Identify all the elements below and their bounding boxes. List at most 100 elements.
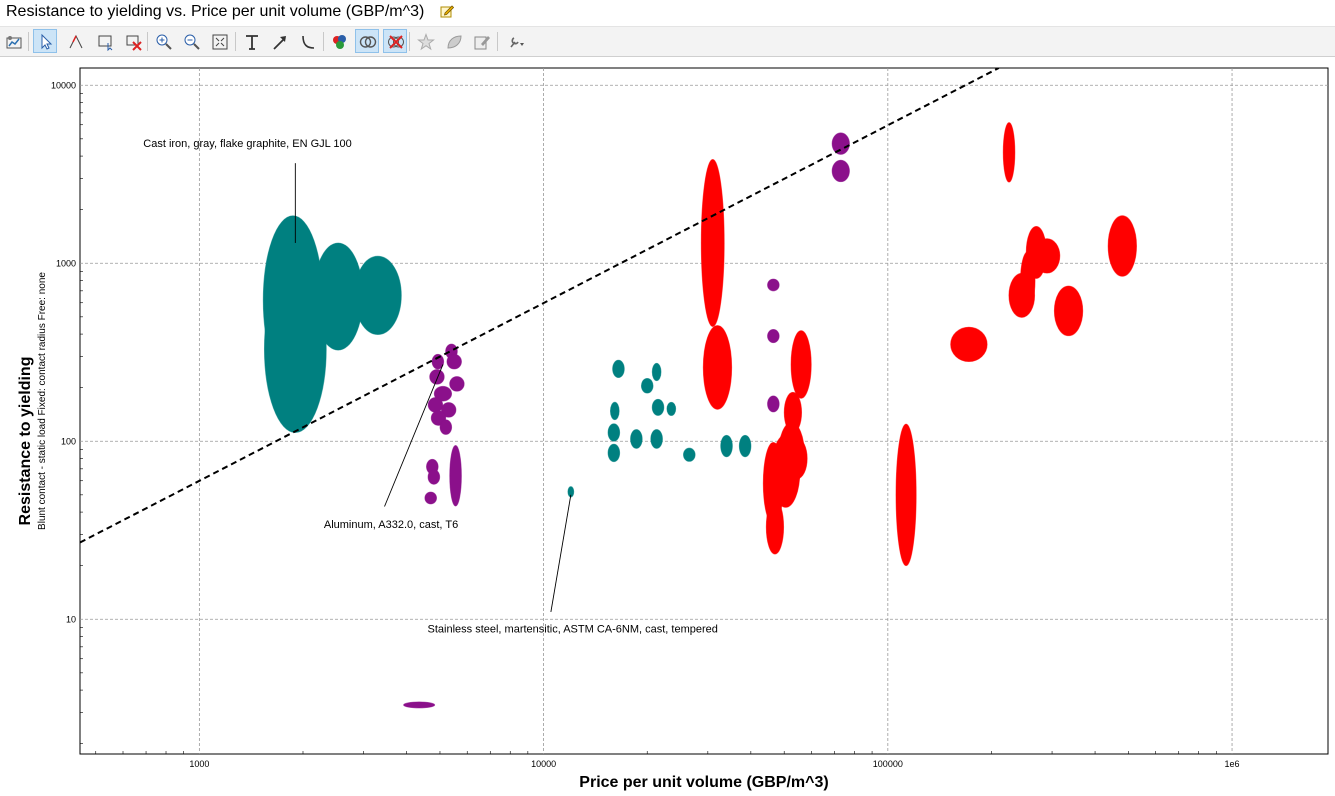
annotation-label[interactable]: Cast iron, gray, flake graphite, EN GJL … <box>143 138 352 150</box>
arrow-tool-button[interactable] <box>267 29 291 53</box>
toolbar <box>0 27 1335 57</box>
toolbar-separator <box>409 32 410 51</box>
material-bubble[interactable] <box>1053 285 1084 337</box>
y-tick-label: 1000 <box>56 258 76 268</box>
material-bubble[interactable] <box>950 326 988 363</box>
chart-properties-button[interactable] <box>1 29 25 53</box>
hide-failed-icon <box>388 35 404 49</box>
material-bubble[interactable] <box>1107 215 1137 277</box>
delete-selection-button[interactable] <box>121 29 145 53</box>
material-bubble[interactable] <box>429 369 445 385</box>
y-tick-label: 10 <box>66 614 76 624</box>
star-icon <box>417 33 435 51</box>
material-bubble[interactable] <box>1002 122 1016 183</box>
delete-selection-icon <box>126 35 142 51</box>
material-bubble[interactable] <box>439 419 453 435</box>
edit-notes-button[interactable] <box>469 29 493 53</box>
box-selection-tool-button[interactable] <box>93 29 117 53</box>
material-bubble[interactable] <box>720 434 733 458</box>
zoom-out-icon <box>184 34 200 50</box>
chart-area: 1000 10000 100000 1e6 10 100 1000 10000 Cast iro… <box>0 57 1335 796</box>
material-bubble[interactable] <box>831 159 850 183</box>
curve-icon <box>302 35 315 49</box>
material-bubble[interactable] <box>650 429 663 449</box>
material-bubble[interactable] <box>651 362 662 382</box>
material-bubble[interactable] <box>1033 238 1061 274</box>
material-bubble[interactable] <box>609 401 620 421</box>
select-tool-button[interactable] <box>33 29 57 53</box>
material-bubble[interactable] <box>427 469 441 485</box>
zoom-fit-button[interactable] <box>207 29 231 53</box>
material-bubble[interactable] <box>446 353 462 370</box>
zoom-out-button[interactable] <box>179 29 203 53</box>
chart-properties-icon <box>6 36 22 49</box>
annotation-label[interactable]: Aluminum, A332.0, cast, T6 <box>324 519 458 531</box>
arrow-icon <box>273 36 286 50</box>
material-bubble[interactable] <box>630 429 643 449</box>
material-bubble[interactable] <box>403 701 436 709</box>
material-bubble[interactable] <box>702 325 733 410</box>
material-bubble[interactable] <box>786 437 808 480</box>
material-bubble[interactable] <box>612 359 625 379</box>
plot-frame <box>79 67 1329 755</box>
material-bubble[interactable] <box>427 397 444 413</box>
material-bubble[interactable] <box>640 377 654 394</box>
show-intersection-button[interactable] <box>355 29 379 53</box>
material-bubble[interactable] <box>895 423 917 567</box>
x-axis-label[interactable]: Price per unit volume (GBP/m^3) <box>579 774 828 791</box>
annotation-label[interactable]: Stainless steel, martensitic, ASTM CA-6N… <box>428 624 718 636</box>
material-bubble[interactable] <box>449 376 465 392</box>
y-axis-label[interactable]: Resistance to yielding <box>17 357 34 526</box>
venn-intersection-icon <box>359 36 377 48</box>
material-bubble[interactable] <box>790 330 812 399</box>
zoom-in-button[interactable] <box>151 29 175 53</box>
eco-button[interactable] <box>441 29 465 53</box>
material-bubble[interactable] <box>666 401 677 416</box>
material-bubble[interactable] <box>353 255 402 335</box>
material-bubble[interactable] <box>424 491 437 505</box>
material-bubble[interactable] <box>738 434 752 458</box>
material-bubble[interactable] <box>765 499 785 555</box>
toolbar-separator <box>497 32 498 51</box>
edit-title-icon[interactable] <box>440 4 454 18</box>
toolbar-separator <box>147 32 148 51</box>
more-tools-button[interactable] <box>503 29 539 53</box>
x-tick-label: 10000 <box>531 759 556 769</box>
material-bubble[interactable] <box>700 158 725 328</box>
line-selection-tool-button[interactable] <box>63 29 87 53</box>
material-bubble[interactable] <box>767 278 780 292</box>
favorite-button[interactable] <box>413 29 437 53</box>
title-bar: Resistance to yielding vs. Price per uni… <box>0 0 1335 27</box>
material-bubble[interactable] <box>767 328 780 344</box>
material-bubble[interactable] <box>449 445 462 507</box>
y-tick-label: 100 <box>61 436 76 446</box>
x-tick-label: 1e6 <box>1225 759 1240 769</box>
material-bubble[interactable] <box>767 395 780 413</box>
color-by-button[interactable] <box>327 29 351 53</box>
box-selection-icon <box>98 35 113 51</box>
zoom-in-icon <box>156 34 172 50</box>
curve-tool-button[interactable] <box>295 29 319 53</box>
material-bubble[interactable] <box>831 132 850 155</box>
toolbar-separator <box>323 32 324 51</box>
material-bubble[interactable] <box>607 443 621 463</box>
chart-svg[interactable]: 1000 10000 100000 1e6 10 100 1000 10000 Cast iro… <box>0 57 1335 796</box>
text-icon <box>246 35 258 50</box>
text-tool-button[interactable] <box>239 29 263 53</box>
material-bubble[interactable] <box>651 398 665 416</box>
material-bubble[interactable] <box>683 447 696 462</box>
pointer-icon <box>41 33 53 50</box>
hide-failed-button[interactable] <box>383 29 407 53</box>
line-selection-icon <box>69 34 83 49</box>
toolbar-separator <box>28 32 29 51</box>
zoom-fit-icon <box>212 34 228 50</box>
toolbar-separator <box>235 32 236 51</box>
material-bubble[interactable] <box>607 423 621 442</box>
y-axis-sublabel: Blunt contact - static load Fixed: conta… <box>37 272 48 530</box>
window-title: Resistance to yielding vs. Price per uni… <box>6 3 425 20</box>
x-tick-label: 1000 <box>189 759 209 769</box>
material-bubble[interactable] <box>783 391 803 434</box>
notes-icon <box>474 36 490 50</box>
x-tick-label: 100000 <box>873 759 903 769</box>
tools-dropdown-icon <box>510 37 524 48</box>
